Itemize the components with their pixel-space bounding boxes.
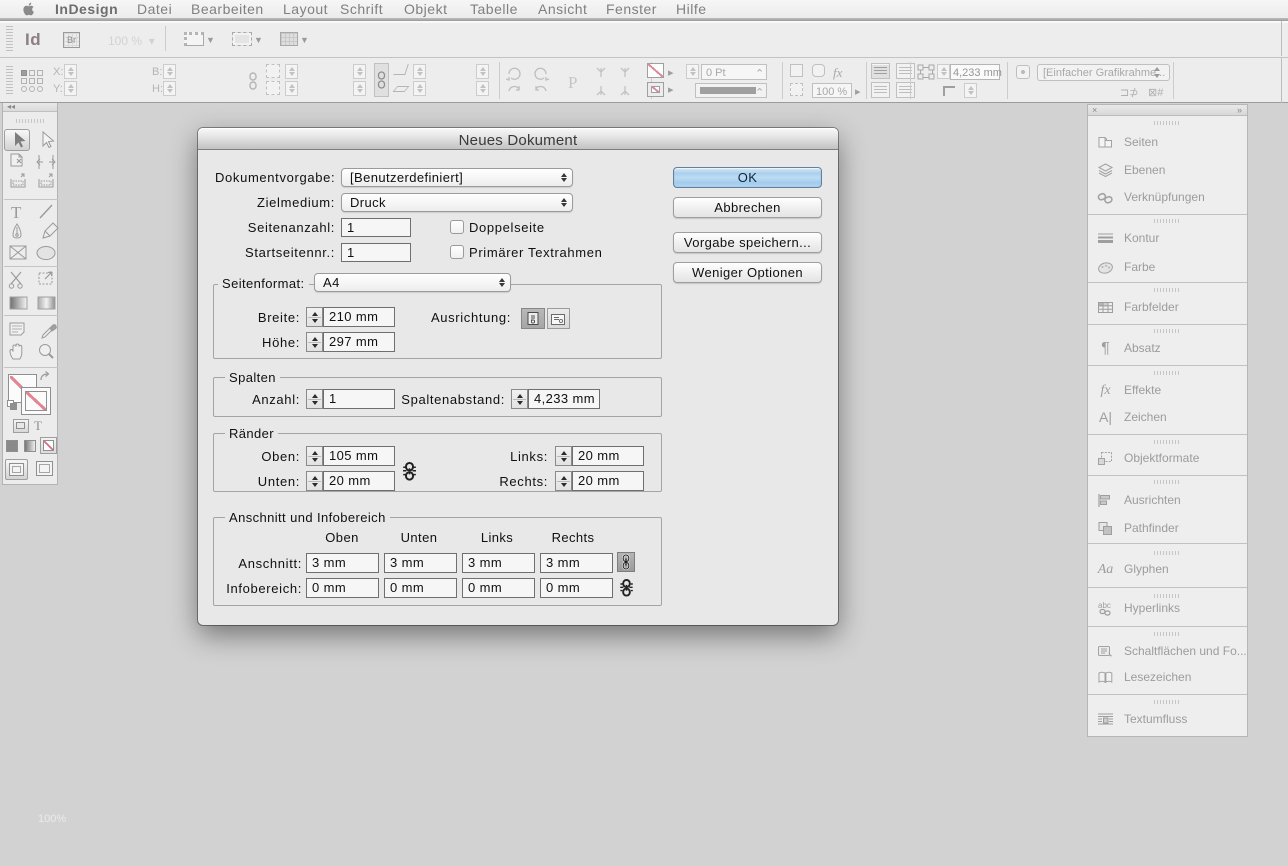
svg-text:T: T	[11, 203, 22, 222]
svg-text:abc: abc	[1098, 601, 1111, 610]
svg-text:P: P	[568, 73, 577, 92]
